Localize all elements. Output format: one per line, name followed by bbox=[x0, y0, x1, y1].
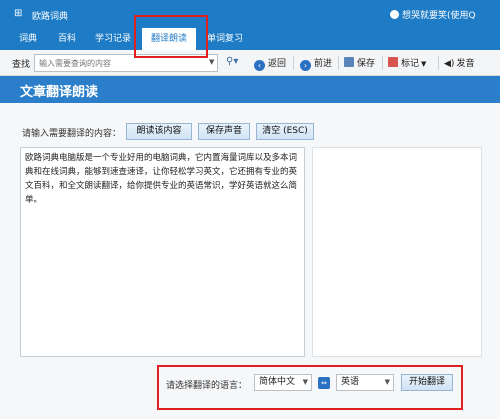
app-logo-icon: ⊞ bbox=[14, 8, 23, 19]
back-arrow-icon: ‹ bbox=[254, 60, 265, 71]
main-tabs: 词典 百科 学习记录 翻译朗读 单词复习 bbox=[0, 28, 500, 50]
toolbar-divider bbox=[293, 56, 294, 70]
language-highlight-annotation bbox=[157, 365, 463, 410]
translation-output-area[interactable] bbox=[312, 147, 482, 357]
tab-dictionary[interactable]: 词典 bbox=[12, 28, 44, 50]
speak-label: 发音 bbox=[456, 59, 475, 69]
user-account[interactable]: 想哭就要笑(使用Q bbox=[390, 8, 476, 21]
toolbar-divider bbox=[338, 56, 339, 70]
toolbar-divider bbox=[382, 56, 383, 70]
save-audio-button[interactable]: 保存声音 bbox=[198, 123, 250, 140]
page-title: 文章翻译朗读 bbox=[20, 85, 99, 100]
back-button[interactable]: ‹ 返回 bbox=[254, 56, 287, 71]
read-aloud-button[interactable]: 朗读该内容 bbox=[126, 123, 192, 140]
clear-button[interactable]: 清空 (ESC) bbox=[256, 123, 314, 140]
forward-button[interactable]: › 前进 bbox=[300, 56, 333, 71]
section-header: 文章翻译朗读 bbox=[0, 76, 500, 103]
user-icon bbox=[390, 10, 399, 19]
back-label: 返回 bbox=[268, 59, 287, 69]
save-button[interactable]: 保存 bbox=[344, 56, 375, 70]
search-label: 查找 bbox=[12, 60, 31, 70]
forward-label: 前进 bbox=[314, 59, 333, 69]
search-history-dropdown-icon[interactable]: ▼ bbox=[209, 58, 214, 66]
input-prompt-label: 请输入需要翻译的内容： bbox=[22, 129, 122, 139]
save-label: 保存 bbox=[357, 59, 376, 69]
title-bar: ⊞ 欧路词典 想哭就要笑(使用Q bbox=[0, 0, 500, 28]
bookmark-icon bbox=[388, 57, 398, 67]
tab-study-history[interactable]: 学习记录 bbox=[90, 28, 136, 50]
tab-encyclopedia[interactable]: 百科 bbox=[52, 28, 82, 50]
forward-arrow-icon: › bbox=[300, 60, 311, 71]
user-name: 想哭就要笑(使用Q bbox=[402, 11, 476, 21]
tab-word-review[interactable]: 单词复习 bbox=[202, 28, 248, 50]
save-disk-icon bbox=[344, 57, 354, 67]
toolbar-divider bbox=[438, 56, 439, 70]
bookmark-dropdown-icon: ▼ bbox=[421, 60, 427, 68]
speaker-icon: ◀) bbox=[444, 59, 455, 69]
source-text-area[interactable]: 欧路词典电脑版是一个专业好用的电脑词典，它内置海量词库以及多本词典和在线词典，能… bbox=[20, 147, 305, 357]
bookmark-label: 标记 bbox=[401, 59, 420, 69]
app-title: 欧路词典 bbox=[32, 12, 69, 22]
toolbar: 查找 ▼ ⚲▾ ‹返回 ›前进 保存 标记▼ ◀)发音 bbox=[0, 50, 500, 76]
speak-button[interactable]: ◀) 发音 bbox=[444, 56, 474, 70]
tab-highlight-annotation bbox=[134, 15, 208, 58]
bookmark-button[interactable]: 标记 ▼ bbox=[388, 56, 426, 70]
search-icon[interactable]: ⚲▾ bbox=[226, 56, 244, 70]
